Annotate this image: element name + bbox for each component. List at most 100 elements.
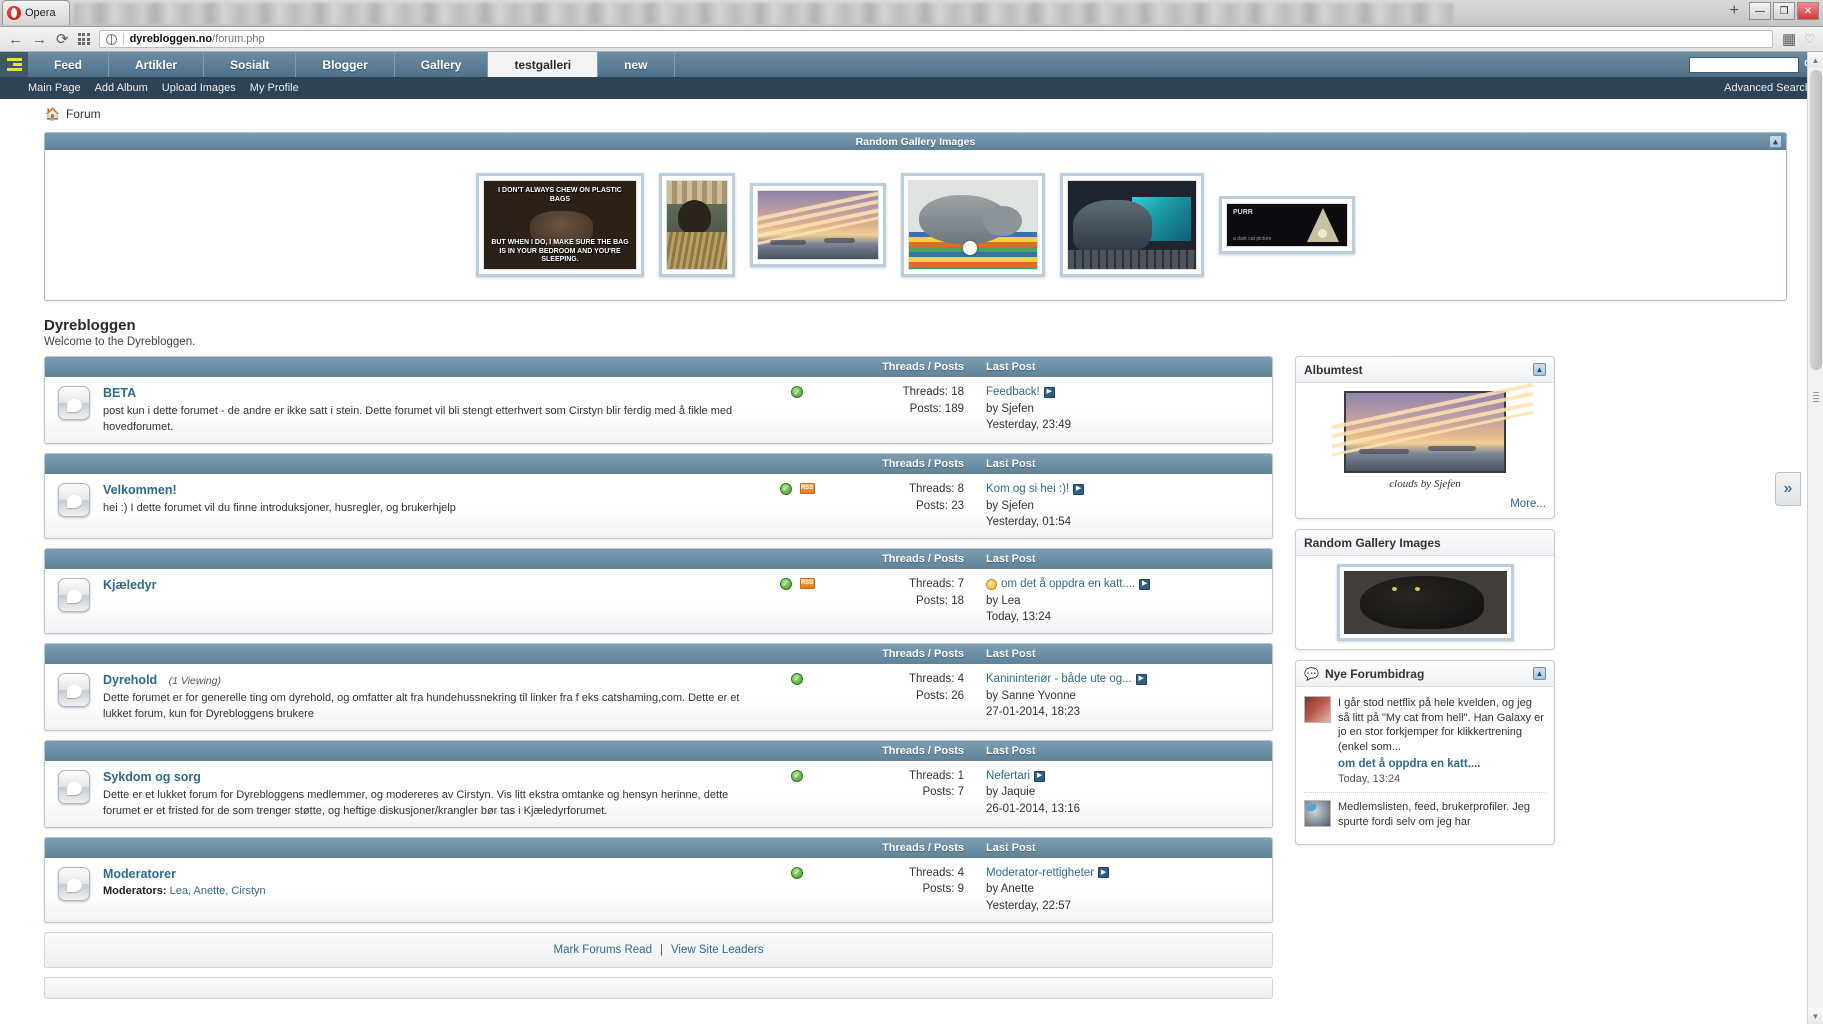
rss-icon[interactable]: RSS <box>799 577 815 589</box>
gallery-thumb-meme-plastic-bags[interactable]: I DON'T ALWAYS CHEW ON PLASTIC BAGS BUT … <box>476 173 644 277</box>
toolbar-right-icons: ▦ ♡ <box>1782 32 1815 47</box>
scrollbar-thumb[interactable] <box>1810 70 1822 370</box>
gallery-thumb-cat-on-mat[interactable] <box>901 173 1045 277</box>
scroll-up-icon[interactable]: ▲ <box>1808 52 1823 68</box>
content-row: Threads / Posts Last Post BETA post kun … <box>0 356 1823 999</box>
back-icon[interactable]: ← <box>8 32 23 47</box>
forum-link[interactable]: Dyrehold <box>103 673 157 687</box>
forum-link[interactable]: Kjæledyr <box>103 578 157 592</box>
forum-link[interactable]: Velkommen! <box>103 483 177 497</box>
post-count: Posts: 9 <box>922 883 964 896</box>
list-item[interactable]: I går stod netflix på hele kvelden, og j… <box>1304 689 1546 794</box>
chevron-up-icon[interactable]: ▲ <box>1533 667 1546 680</box>
home-icon[interactable]: 🏠 <box>45 107 60 121</box>
last-post-author: by Lea <box>986 594 1021 607</box>
green-check-icon: ✓ <box>779 577 792 590</box>
forum-row[interactable]: Dyrehold (1 Viewing) Dette forumet er fo… <box>45 663 1272 730</box>
subnav-my-profile[interactable]: My Profile <box>250 82 299 94</box>
forum-row[interactable]: BETA post kun i dette forumet - de andre… <box>45 377 1272 443</box>
albumtest-image[interactable] <box>1332 382 1534 473</box>
nav-tab-feed[interactable]: Feed <box>28 52 110 77</box>
close-button[interactable]: ✕ <box>1797 2 1819 20</box>
forum-row[interactable]: Sykdom og sorg Dette er et lukket forum … <box>45 760 1272 827</box>
go-to-last-post-icon[interactable]: ▶ <box>1098 867 1110 879</box>
forum-link[interactable]: Moderatorer <box>103 867 176 881</box>
last-post-title[interactable]: Moderator-rettigheter <box>986 865 1094 882</box>
list-item[interactable]: Medlemslisten, feed, brukerprofiler. Jeg… <box>1304 793 1546 836</box>
gallery-thumb-sunset-clouds[interactable] <box>750 183 886 267</box>
new-tab-button[interactable]: + <box>1730 2 1739 20</box>
page-viewport: Feed Artikler Sosialt Blogger Gallery te… <box>0 52 1823 1024</box>
last-post-title[interactable]: Kanininteriør - både ute og... <box>986 671 1132 688</box>
forum-link[interactable]: BETA <box>103 386 136 400</box>
subnav-main-page[interactable]: Main Page <box>28 82 81 94</box>
browser-tab-opera[interactable]: Opera <box>2 0 70 25</box>
nye-forumbidrag-body: I går stod netflix på hele kvelden, og j… <box>1296 687 1554 844</box>
nav-tab-gallery[interactable]: Gallery <box>395 52 489 77</box>
advanced-search-link[interactable]: Advanced Search <box>1724 82 1811 94</box>
go-to-last-post-icon[interactable]: ▶ <box>1135 673 1147 685</box>
breadcrumb-label[interactable]: Forum <box>66 107 101 121</box>
nav-tab-sosialt[interactable]: Sosialt <box>204 52 297 77</box>
go-to-last-post-icon[interactable]: ▶ <box>1034 770 1046 782</box>
avatar[interactable] <box>1304 696 1331 723</box>
avatar[interactable] <box>1304 800 1331 828</box>
last-post-title[interactable]: Nefertari <box>986 768 1030 785</box>
last-post-title[interactable]: Feedback! <box>986 384 1040 401</box>
forward-icon[interactable]: → <box>32 32 47 47</box>
albumtest-image-wrap[interactable] <box>1304 382 1546 473</box>
minimize-button[interactable]: — <box>1749 2 1771 20</box>
vertical-scrollbar[interactable]: ▲ ▼ <box>1807 52 1823 1024</box>
url-divider <box>122 33 124 45</box>
maximize-button[interactable]: ❐ <box>1773 2 1795 20</box>
forum-row[interactable]: Kjæledyr ✓ RSS Threads: 7 Posts: 18 om d… <box>45 568 1272 633</box>
nye-forumbidrag-title: Nye Forumbidrag <box>1324 666 1425 681</box>
forum-row[interactable]: Velkommen! hei :) I dette forumet vil du… <box>45 473 1272 538</box>
forum-info: Kjæledyr <box>103 576 752 626</box>
last-post-title[interactable]: Kom og si hei :)! <box>986 481 1069 498</box>
last-post-time: 27-01-2014, 18:23 <box>986 706 1080 719</box>
thread-count: Threads: 8 <box>909 482 964 495</box>
forum-link[interactable]: Sykdom og sorg <box>103 770 201 784</box>
speech-bubble-icon <box>58 866 90 901</box>
chevron-up-icon[interactable]: ▲ <box>1533 363 1546 376</box>
last-post-title[interactable]: om det å oppdra en katt.... <box>1001 576 1135 593</box>
moderators-list[interactable]: Lea, Anette, Cirstyn <box>170 885 266 897</box>
heart-icon[interactable]: ♡ <box>1804 32 1815 46</box>
double-chevron-right-icon[interactable]: » <box>1775 472 1801 506</box>
mark-forums-read-link[interactable]: Mark Forums Read <box>554 944 652 956</box>
chevron-up-icon[interactable]: ▲ <box>1769 135 1782 148</box>
address-bar[interactable]: dyrebloggen.no/forum.php <box>98 30 1774 48</box>
nav-tab-artikler[interactable]: Artikler <box>109 52 205 77</box>
site-search-input[interactable] <box>1689 56 1800 73</box>
post-title-link[interactable]: om det å oppdra en katt.... <box>1338 758 1546 770</box>
nav-tab-blogger[interactable]: Blogger <box>296 52 395 77</box>
gallery-thumb-cat-on-keyboard[interactable] <box>1060 173 1204 277</box>
go-to-last-post-icon[interactable]: ▶ <box>1139 578 1151 590</box>
nav-tab-testgalleri[interactable]: testgalleri <box>488 52 599 77</box>
scroll-down-icon[interactable]: ▼ <box>1808 1008 1823 1024</box>
footer-separator: | <box>659 943 663 956</box>
reload-icon[interactable]: ⟳ <box>56 32 69 47</box>
site-logo-icon[interactable] <box>0 52 28 77</box>
subnav-upload-images[interactable]: Upload Images <box>162 82 236 94</box>
col-threads-posts: Threads / Posts <box>882 647 964 660</box>
subnav-add-album[interactable]: Add Album <box>95 82 148 94</box>
go-to-last-post-icon[interactable]: ▶ <box>1043 386 1055 398</box>
nav-tab-new[interactable]: new <box>598 52 675 77</box>
apps-grid-icon[interactable] <box>77 33 90 45</box>
forum-info: Velkommen! hei :) I dette forumet vil du… <box>103 481 752 531</box>
random-gallery-sidebar-image[interactable] <box>1336 564 1514 641</box>
gallery-thumb-rabbit-hutch[interactable] <box>659 173 735 277</box>
scrollbar-grip <box>1813 392 1819 402</box>
forum-row[interactable]: Moderatorer Moderators: Lea, Anette, Cir… <box>45 857 1272 922</box>
go-to-last-post-icon[interactable]: ▶ <box>1073 483 1085 495</box>
view-site-leaders-link[interactable]: View Site Leaders <box>671 944 763 956</box>
albumtest-more-link[interactable]: More... <box>1304 498 1546 510</box>
extensions-icon[interactable]: ▦ <box>1782 32 1796 47</box>
rss-icon[interactable]: RSS <box>799 482 815 494</box>
opera-logo-icon <box>7 6 21 20</box>
forum-block-velkommen: Threads / Posts Last Post Velkommen! hei… <box>44 452 1273 539</box>
forum-list: Threads / Posts Last Post BETA post kun … <box>44 356 1273 999</box>
gallery-thumb-dark-banner[interactable]: PURR a dark cat picture <box>1219 196 1355 254</box>
